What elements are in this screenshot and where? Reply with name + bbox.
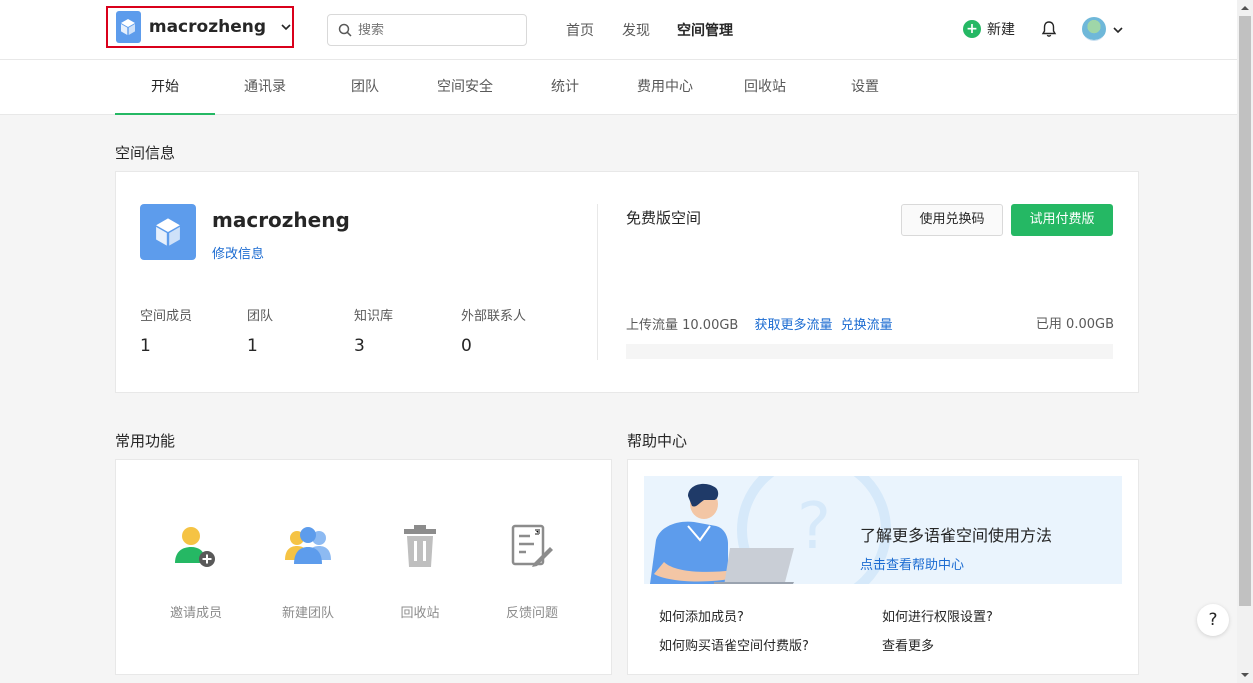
common-functions-title: 常用功能: [115, 432, 176, 450]
bell-icon[interactable]: [1040, 20, 1058, 38]
recycle-bin-button[interactable]: 回收站: [380, 520, 460, 621]
help-float-button[interactable]: ?: [1197, 604, 1229, 636]
tab-contacts[interactable]: 通讯录: [215, 60, 315, 115]
get-more-traffic-link[interactable]: 获取更多流量: [754, 318, 832, 333]
new-team-label: 新建团队: [281, 606, 334, 621]
trash-icon: [404, 525, 436, 567]
stat-value-knowledge: 3: [354, 336, 365, 356]
faq-buy-paid-version[interactable]: 如何购买语雀空间付费版?: [659, 635, 809, 654]
help-center-title: 帮助中心: [627, 432, 688, 450]
tab-teams[interactable]: 团队: [315, 60, 415, 115]
feedback-label: 反馈问题: [505, 606, 558, 621]
tab-security[interactable]: 空间安全: [415, 60, 515, 115]
person-laptop-illustration: [650, 483, 794, 584]
help-banner[interactable]: ? 了解更多语雀空间使用方法 点击查看帮助中心: [644, 476, 1122, 584]
traffic-row: 上传流量 10.00GB 获取更多流量 兑换流量: [626, 314, 893, 333]
stat-label-teams: 团队: [247, 309, 274, 324]
redeem-code-button[interactable]: 使用兑换码: [901, 204, 1003, 236]
invite-member-button[interactable]: 邀请成员: [156, 520, 236, 621]
faq-see-more[interactable]: 查看更多: [882, 635, 934, 654]
chevron-down-icon: [280, 21, 292, 33]
exchange-traffic-link[interactable]: 兑换流量: [841, 318, 893, 333]
top-bar: macrozheng 首页 发现 空间管理 + 新建: [0, 0, 1237, 60]
stat-value-teams: 1: [247, 336, 258, 356]
common-functions-card: 邀请成员 新建团队 回收站 反馈问题: [115, 459, 612, 675]
space-info-title: 空间信息: [115, 144, 176, 162]
feedback-icon: [511, 524, 553, 567]
scroll-up-arrow-icon[interactable]: [1241, 4, 1249, 12]
cube-icon: [121, 19, 136, 35]
nav-space-admin[interactable]: 空间管理: [677, 20, 733, 40]
traffic-label: 上传流量 10.00GB: [626, 318, 739, 333]
invite-member-label: 邀请成员: [169, 606, 222, 621]
stat-label-members: 空间成员: [140, 309, 193, 324]
nav-discover[interactable]: 发现: [622, 20, 650, 40]
scroll-down-arrow-icon[interactable]: [1241, 671, 1249, 679]
nav-home[interactable]: 首页: [566, 20, 594, 40]
traffic-progress-bar: [626, 344, 1113, 359]
space-info-card: macrozheng 修改信息 空间成员 1 团队 1 知识库 3 外部联系人 …: [115, 171, 1139, 393]
space-logo: [140, 204, 196, 260]
search-box[interactable]: [327, 14, 527, 46]
faq-add-member[interactable]: 如何添加成员?: [659, 606, 744, 625]
help-center-card: ? 了解更多语雀空间使用方法 点击查看帮助中心 如何添加成员? 如何进行权限设置…: [627, 459, 1139, 675]
plan-title: 免费版空间: [626, 209, 702, 227]
space-name: macrozheng: [148, 17, 266, 37]
tab-billing[interactable]: 费用中心: [615, 60, 715, 115]
cube-icon: [156, 218, 180, 246]
new-button-label: 新建: [987, 22, 1015, 38]
avatar[interactable]: [1082, 17, 1106, 41]
tab-settings[interactable]: 设置: [815, 60, 915, 115]
search-icon: [338, 23, 352, 37]
edit-info-link[interactable]: 修改信息: [212, 243, 264, 262]
new-team-button[interactable]: 新建团队: [268, 520, 348, 621]
recycle-bin-label: 回收站: [400, 606, 440, 621]
used-label: 已用 0.00GB: [1035, 317, 1114, 332]
stat-value-external: 0: [461, 336, 472, 356]
admin-tabs: 开始 通讯录 团队 空间安全 统计 费用中心 回收站 设置: [0, 60, 1237, 115]
stat-label-knowledge: 知识库: [354, 309, 394, 324]
search-input[interactable]: [358, 22, 508, 38]
new-button[interactable]: + 新建: [963, 19, 1015, 39]
team-icon: [285, 527, 331, 564]
trial-paid-button[interactable]: 试用付费版: [1011, 204, 1113, 236]
help-banner-title: 了解更多语雀空间使用方法: [860, 526, 1053, 545]
feedback-button[interactable]: 反馈问题: [492, 520, 572, 621]
plus-icon: +: [963, 20, 981, 38]
scrollbar-thumb[interactable]: [1239, 16, 1251, 606]
faq-permission-settings[interactable]: 如何进行权限设置?: [882, 606, 993, 625]
stat-label-external: 外部联系人: [461, 309, 527, 324]
stat-value-members: 1: [140, 336, 151, 356]
help-center-link[interactable]: 点击查看帮助中心: [860, 554, 964, 573]
space-logo: [116, 11, 141, 43]
tab-start[interactable]: 开始: [115, 60, 215, 115]
tab-recycle-bin[interactable]: 回收站: [715, 60, 815, 115]
tab-statistics[interactable]: 统计: [515, 60, 615, 115]
divider: [597, 204, 598, 360]
space-switcher[interactable]: macrozheng: [106, 6, 294, 48]
add-user-icon: [175, 527, 215, 567]
chevron-down-icon[interactable]: [1112, 24, 1124, 36]
space-info-name: macrozheng: [212, 208, 350, 232]
